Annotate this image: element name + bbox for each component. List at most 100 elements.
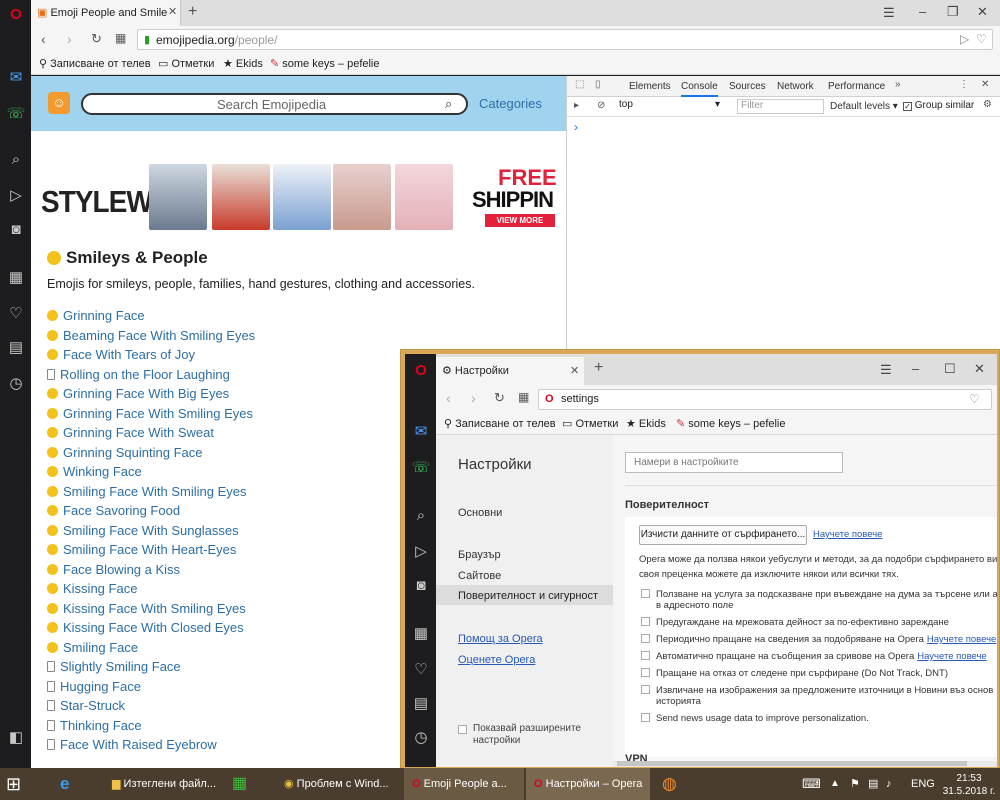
emoji-link[interactable]: Kissing Face With Smiling Eyes	[63, 601, 246, 616]
bookmark-folder[interactable]: ▭ Отметки	[158, 57, 214, 70]
group-similar-checkbox[interactable]: ✓ Group similar	[903, 100, 974, 111]
emoji-link[interactable]: Smiling Face With Heart-Eyes	[63, 542, 236, 557]
help-link[interactable]: Помощ за Opera	[458, 633, 543, 645]
search-icon[interactable]: ⌕	[6, 150, 26, 170]
taskbar-item-opera[interactable]: O Emoji People a...	[404, 768, 524, 800]
rate-opera-link[interactable]: Оценете Opera	[458, 654, 535, 666]
emoji-link[interactable]: Kissing Face With Closed Eyes	[63, 620, 244, 635]
bookmark-heart-icon[interactable]: ♡	[976, 32, 987, 46]
tab-network[interactable]: Network	[777, 81, 814, 92]
clear-browsing-data-button[interactable]: Изчисти данните от сърфирането...	[639, 525, 807, 545]
volume-icon[interactable]: ♪	[886, 768, 900, 800]
start-button[interactable]: ⊞	[6, 768, 40, 800]
devtools-close-icon[interactable]: ✕	[981, 79, 989, 90]
minimize-button[interactable]: –	[912, 361, 919, 376]
emoji-link[interactable]: Smiling Face With Smiling Eyes	[63, 484, 247, 499]
forward-button[interactable]: ›	[67, 31, 72, 47]
camera-icon[interactable]: ◙	[411, 576, 431, 596]
emoji-list-item[interactable]: Kissing Face	[47, 581, 255, 601]
checkbox[interactable]	[641, 651, 650, 660]
categories-link[interactable]: Categories	[479, 96, 542, 111]
emoji-link[interactable]: Grinning Face	[63, 308, 145, 323]
emoji-list-item[interactable]: Grinning Face With Big Eyes	[47, 386, 255, 406]
news-icon[interactable]: ▤	[411, 694, 431, 714]
privacy-option-checkbox[interactable]: Send news usage data to improve personal…	[641, 713, 869, 724]
emoji-list-item[interactable]: Hugging Face	[47, 679, 255, 699]
whatsapp-icon[interactable]: ☏	[411, 458, 431, 478]
show-advanced-checkbox[interactable]: Показвай разширените настройки	[458, 723, 588, 747]
more-tabs-icon[interactable]: »	[895, 79, 901, 90]
search-icon[interactable]: ⌕	[445, 96, 452, 112]
emoji-list-item[interactable]: Rolling on the Floor Laughing	[47, 367, 255, 387]
firefox-icon[interactable]: ◍	[662, 768, 696, 800]
url-field[interactable]: O settings ♡	[538, 389, 992, 410]
bookmark-heart-icon[interactable]: ♡	[969, 392, 980, 406]
emoji-list-item[interactable]: Face With Raised Eyebrow	[47, 737, 255, 757]
emoji-link[interactable]: Thinking Face	[60, 718, 142, 733]
emoji-list-item[interactable]: Smiling Face	[47, 640, 255, 660]
emoji-link[interactable]: Grinning Face With Big Eyes	[63, 386, 229, 401]
sidebar-toggle-icon[interactable]: ▸	[574, 100, 579, 111]
search-icon[interactable]: ⌕	[411, 506, 431, 526]
reload-button[interactable]: ↻	[494, 390, 505, 406]
emoji-list-item[interactable]: Beaming Face With Smiling Eyes	[47, 328, 255, 348]
bookmark-item[interactable]: ★ Ekids	[223, 57, 263, 70]
emoji-link[interactable]: Face Blowing a Kiss	[63, 562, 180, 577]
tab-sources[interactable]: Sources	[729, 81, 766, 92]
heart-icon[interactable]: ♡	[411, 660, 431, 680]
console-filter-input[interactable]: Filter	[737, 99, 824, 114]
emoji-link[interactable]: Star-Struck	[60, 698, 125, 713]
ie-icon[interactable]: e	[60, 768, 94, 800]
nav-basic[interactable]: Основни	[458, 507, 502, 519]
inspect-icon[interactable]: ⬚	[575, 79, 584, 90]
clock[interactable]: 21:53 31.5.2018 г.	[940, 768, 998, 800]
emoji-link[interactable]: Hugging Face	[60, 679, 141, 694]
emoji-list-item[interactable]: Grinning Face	[47, 308, 255, 328]
bookmark-item[interactable]: ✎ some keys – pefelie	[270, 57, 380, 70]
console-prompt[interactable]: ›	[574, 120, 578, 134]
store-icon[interactable]: ▦	[232, 768, 266, 800]
history-icon[interactable]: ◷	[6, 374, 26, 394]
opera-logo-icon[interactable]: O	[6, 5, 26, 25]
console-settings-icon[interactable]: ⚙	[983, 99, 992, 110]
emoji-list-item[interactable]: Thinking Face	[47, 718, 255, 738]
device-toolbar-icon[interactable]: ▯	[595, 79, 601, 90]
speed-dial-icon[interactable]: ▦	[6, 268, 26, 288]
checkbox[interactable]	[641, 634, 650, 643]
emoji-list-item[interactable]: Winking Face	[47, 464, 255, 484]
context-select[interactable]: top ▾	[619, 99, 727, 114]
checkbox[interactable]	[641, 589, 650, 598]
emoji-link[interactable]: Smiling Face	[63, 640, 138, 655]
emoji-list-item[interactable]: Smiling Face With Sunglasses	[47, 523, 255, 543]
camera-icon[interactable]: ◙	[6, 220, 26, 240]
bookmark-folder[interactable]: ▭ Отметки	[562, 417, 618, 430]
bookmark-item[interactable]: ⚲ Записване от телев	[444, 417, 556, 430]
send-icon[interactable]: ▷	[411, 542, 431, 562]
tab-settings[interactable]: ⚙ Настройки ✕	[436, 357, 584, 385]
keyboard-icon[interactable]: ⌨	[802, 768, 824, 800]
learn-more-link[interactable]: Научете повече	[813, 529, 882, 540]
nav-sites[interactable]: Сайтове	[458, 570, 501, 582]
emoji-list-item[interactable]: Face Blowing a Kiss	[47, 562, 255, 582]
checkbox[interactable]	[641, 713, 650, 722]
minimize-button[interactable]: –	[919, 4, 926, 19]
log-levels-select[interactable]: Default levels ▾	[830, 101, 898, 112]
new-tab-button[interactable]: +	[594, 359, 603, 377]
emoji-link[interactable]: Rolling on the Floor Laughing	[60, 367, 230, 382]
news-icon[interactable]: ▤	[6, 338, 26, 358]
checkbox[interactable]	[641, 685, 650, 694]
heart-icon[interactable]: ♡	[6, 304, 26, 324]
tab-menu-icon[interactable]: ☰	[883, 5, 895, 21]
url-field[interactable]: ▮ emojipedia.org/people/ ▷ ♡	[137, 29, 993, 50]
reload-button[interactable]: ↻	[91, 31, 102, 47]
emoji-link[interactable]: Face With Tears of Joy	[63, 347, 195, 362]
emoji-list-item[interactable]: Smiling Face With Smiling Eyes	[47, 484, 255, 504]
learn-more-link[interactable]: Научете повече	[927, 634, 996, 645]
emoji-list-item[interactable]: Star-Struck	[47, 698, 255, 718]
taskbar-item-opera-settings[interactable]: O Настройки – Opera	[526, 768, 650, 800]
send-icon[interactable]: ▷	[6, 186, 26, 206]
privacy-option-checkbox[interactable]: Автоматично пращане на съобщения за срив…	[641, 651, 987, 662]
speed-dial-icon[interactable]: ▦	[411, 624, 431, 644]
tab-console[interactable]: Console	[681, 81, 718, 97]
devtools-menu-icon[interactable]: ⋮	[959, 79, 969, 90]
